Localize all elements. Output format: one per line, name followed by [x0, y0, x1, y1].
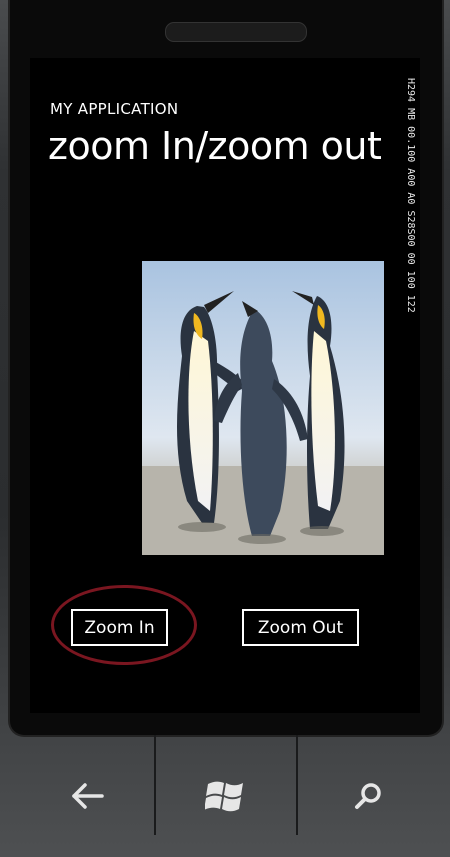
- penguins-photo: [142, 261, 384, 555]
- app-title: MY APPLICATION: [50, 100, 179, 118]
- phone-screen: MY APPLICATION zoom In/zoom out H294 MB …: [30, 58, 420, 713]
- phone-body: MY APPLICATION zoom In/zoom out H294 MB …: [0, 0, 450, 857]
- search-key[interactable]: [298, 735, 438, 857]
- back-key[interactable]: [18, 735, 158, 857]
- page-title: zoom In/zoom out: [48, 124, 382, 168]
- earpiece-speaker: [165, 22, 307, 42]
- hardware-key-bar: [0, 735, 450, 857]
- start-key[interactable]: [155, 735, 295, 857]
- zoom-in-button[interactable]: Zoom In: [71, 609, 168, 646]
- back-arrow-icon: [72, 783, 104, 809]
- search-icon: [355, 783, 381, 809]
- frame-rate-counter: H294 MB 00.100 A00 A0 S28S00 00 100 122: [402, 78, 418, 378]
- zoom-out-button[interactable]: Zoom Out: [242, 609, 359, 646]
- windows-logo-icon: [205, 781, 243, 812]
- frame-rate-counter-text: H294 MB 00.100 A00 A0 S28S00 00 100 122: [405, 78, 416, 313]
